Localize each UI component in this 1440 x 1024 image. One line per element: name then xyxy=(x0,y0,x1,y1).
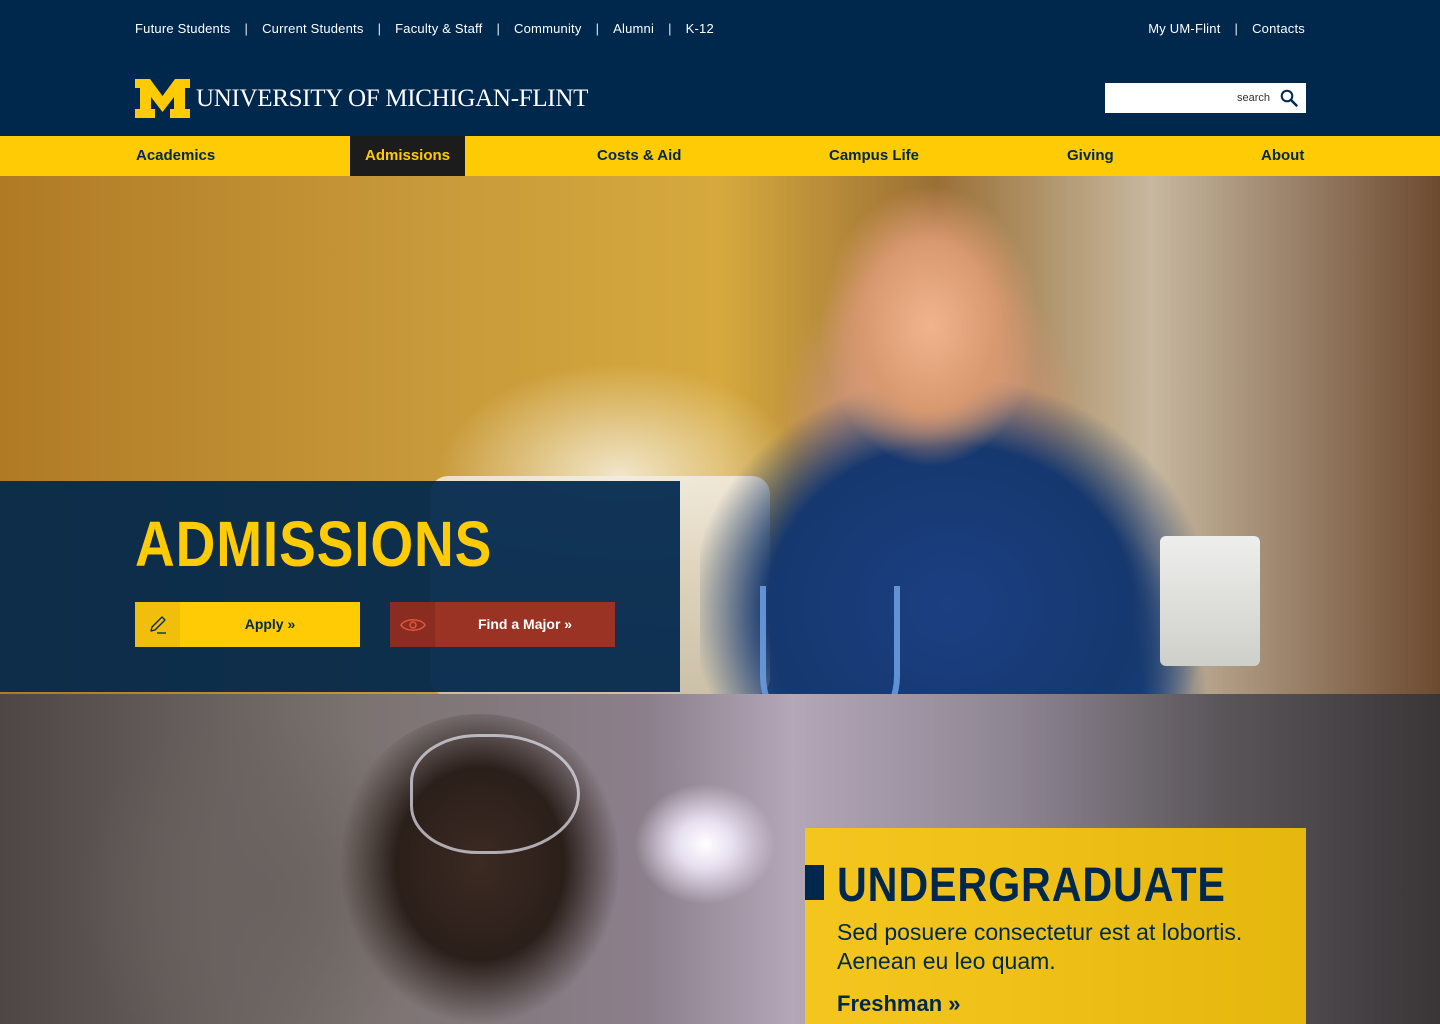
undergraduate-section: UNDERGRADUATE Sed posuere consectetur es… xyxy=(0,694,1440,1024)
separator: | xyxy=(595,21,600,36)
site-header: UNIVERSITY OF MICHIGAN-FLINT xyxy=(0,60,1440,136)
link-current-students[interactable]: Current Students xyxy=(262,21,363,36)
separator: | xyxy=(496,21,501,36)
site-logo[interactable]: UNIVERSITY OF MICHIGAN-FLINT xyxy=(135,79,588,118)
link-contacts[interactable]: Contacts xyxy=(1252,21,1305,36)
pencil-icon xyxy=(149,615,166,634)
apply-button-label: Apply » xyxy=(244,616,296,632)
title-accent-bar xyxy=(805,865,824,900)
undergraduate-title: UNDERGRADUATE xyxy=(837,859,1226,912)
separator: | xyxy=(244,21,249,36)
nav-campus-life[interactable]: Campus Life xyxy=(829,136,919,176)
hero-banner: ADMISSIONS Apply » Find a Major » xyxy=(0,176,1440,694)
link-alumni[interactable]: Alumni xyxy=(613,21,654,36)
separator: | xyxy=(377,21,382,36)
utility-bar: Future Students | Current Students | Fac… xyxy=(0,0,1440,60)
nav-costs-aid[interactable]: Costs & Aid xyxy=(597,136,681,176)
separator: | xyxy=(668,21,672,36)
separator: | xyxy=(1234,21,1239,36)
hero-photo-equipment xyxy=(1160,536,1260,666)
undergraduate-description: Sed posuere consectetur est at lobortis.… xyxy=(837,919,1243,974)
account-links: My UM-Flint | Contacts xyxy=(1148,21,1305,36)
apply-icon-box xyxy=(135,602,180,647)
section-photo-goggles xyxy=(410,734,580,854)
major-icon-box xyxy=(390,602,435,647)
find-a-major-button[interactable]: Find a Major » xyxy=(390,602,615,647)
find-a-major-button-label: Find a Major » xyxy=(477,616,573,632)
eye-icon xyxy=(399,618,426,631)
block-m-logo-icon xyxy=(135,79,190,118)
search-icon[interactable] xyxy=(1280,89,1298,107)
audience-links: Future Students | Current Students | Fac… xyxy=(135,21,714,36)
hero-photo-stethoscope xyxy=(760,586,900,694)
link-future-students[interactable]: Future Students xyxy=(135,21,231,36)
main-navigation: Academics Admissions Costs & Aid Campus … xyxy=(0,136,1440,176)
undergraduate-panel: UNDERGRADUATE Sed posuere consectetur es… xyxy=(805,828,1306,1024)
freshman-link[interactable]: Freshman » xyxy=(837,991,961,1017)
link-k-12[interactable]: K-12 xyxy=(686,21,714,36)
apply-button[interactable]: Apply » xyxy=(135,602,360,647)
nav-about[interactable]: About xyxy=(1261,136,1304,176)
admissions-panel: ADMISSIONS Apply » Find a Major » xyxy=(0,481,680,692)
link-faculty-staff[interactable]: Faculty & Staff xyxy=(395,21,482,36)
search-box xyxy=(1105,83,1306,113)
link-community[interactable]: Community xyxy=(514,21,582,36)
nav-admissions[interactable]: Admissions xyxy=(350,136,466,176)
nav-academics[interactable]: Academics xyxy=(136,136,215,176)
logo-wordmark: UNIVERSITY OF MICHIGAN-FLINT xyxy=(196,84,589,112)
link-my-um-flint[interactable]: My UM-Flint xyxy=(1148,21,1220,36)
page-title: ADMISSIONS xyxy=(135,508,493,580)
nav-giving[interactable]: Giving xyxy=(1067,136,1114,176)
search-input[interactable] xyxy=(1120,85,1270,111)
